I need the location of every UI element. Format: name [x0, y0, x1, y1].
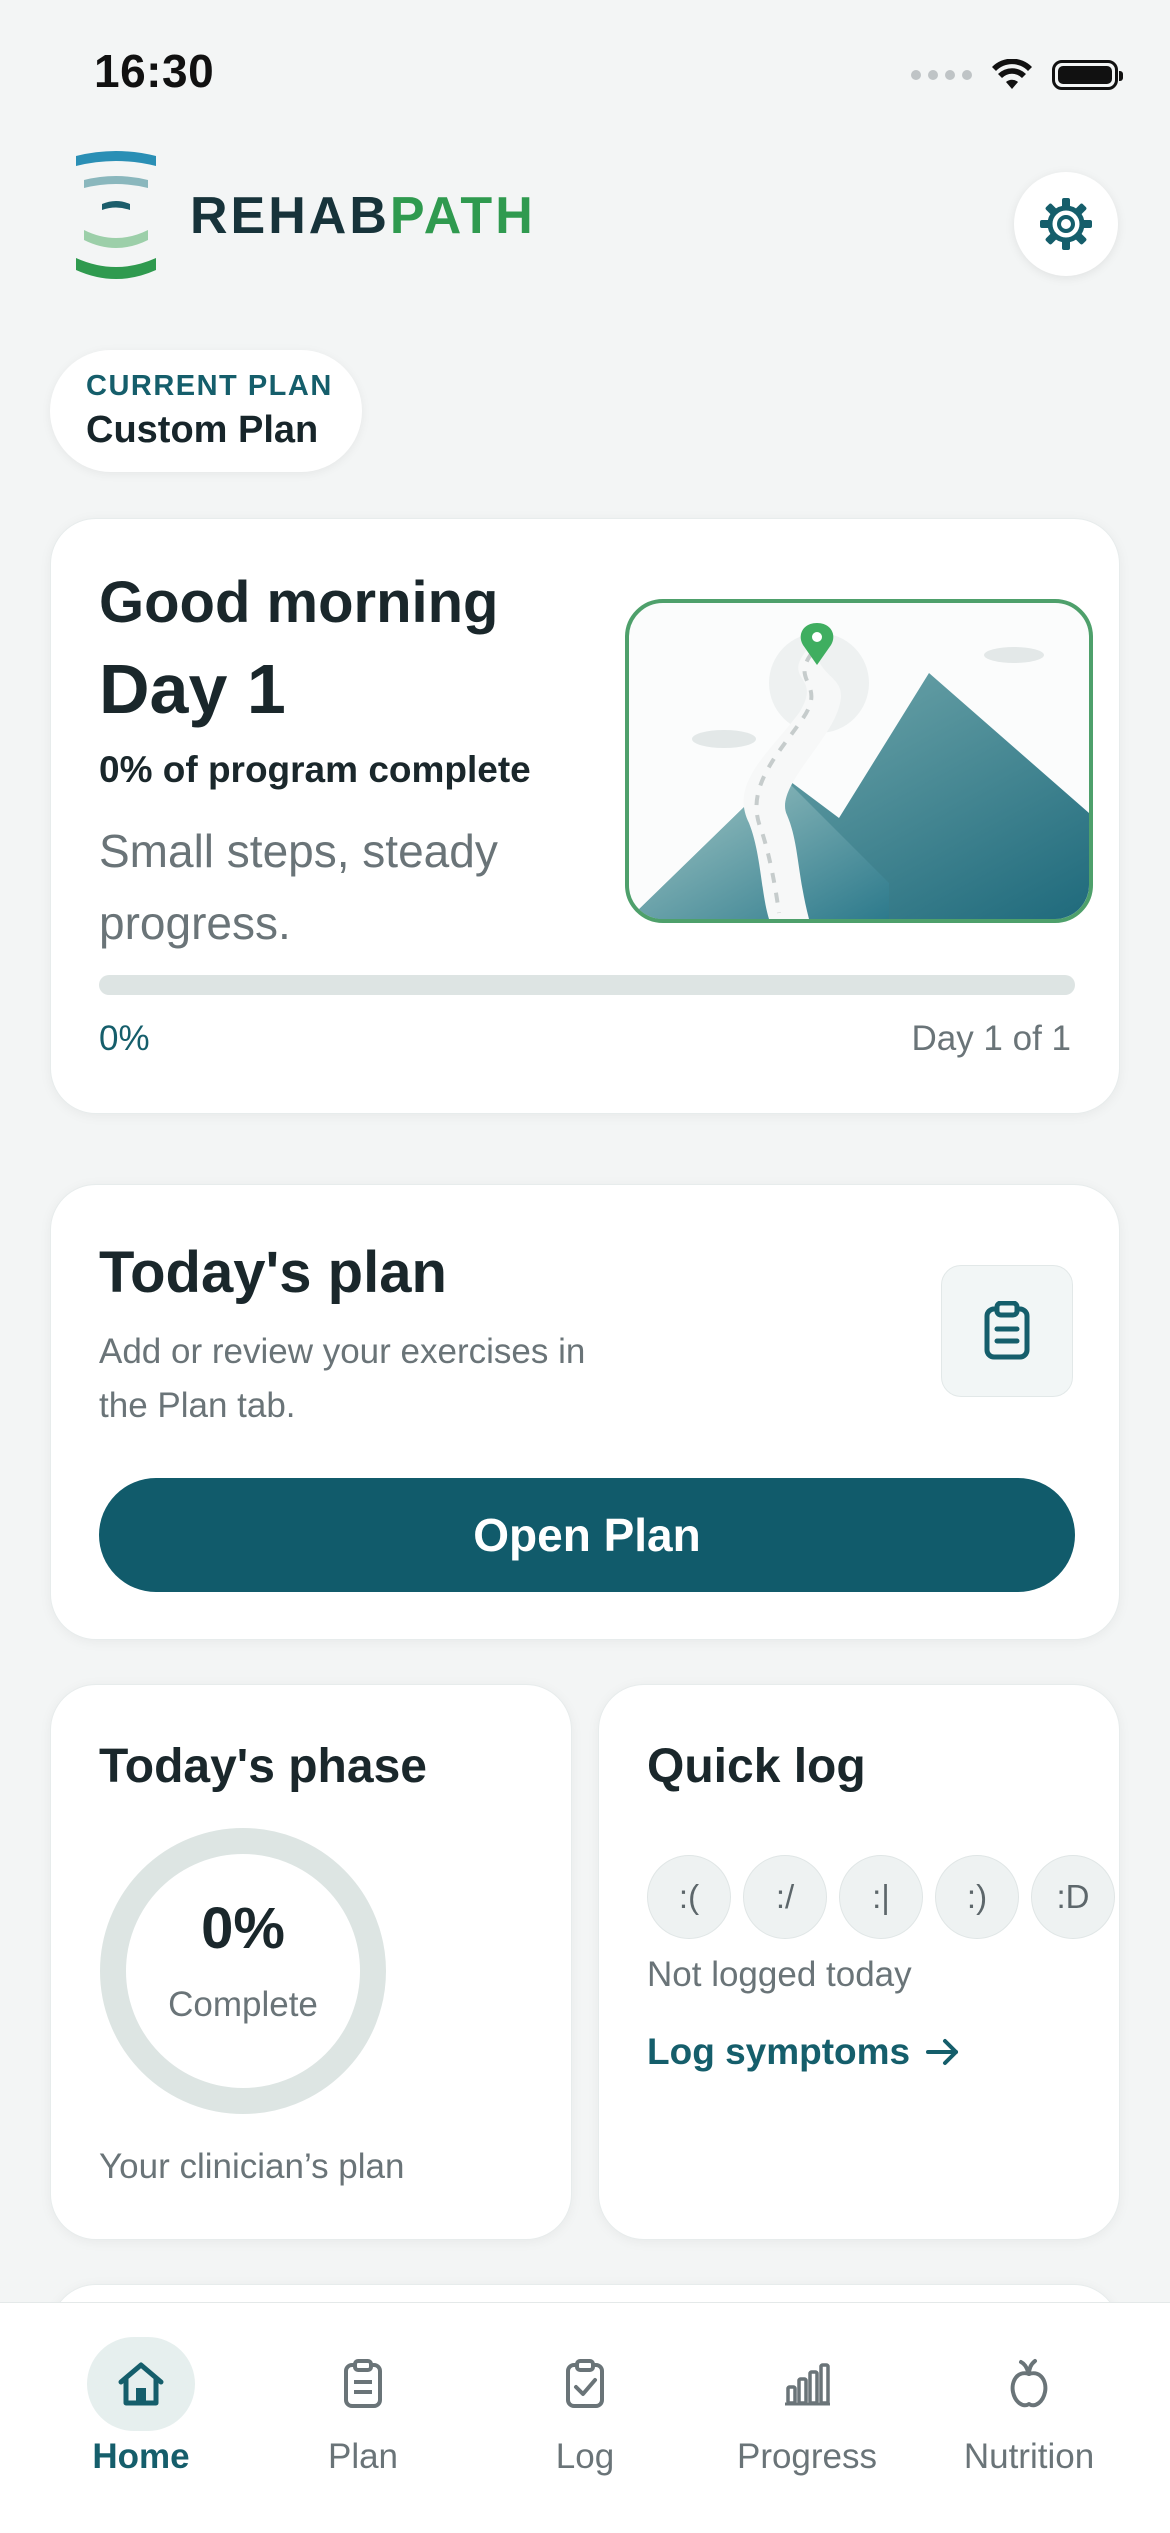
- status-icons: [911, 55, 1123, 95]
- bottom-tab-bar: Home Plan Log Progress Nutrition: [0, 2302, 1170, 2533]
- tab-home[interactable]: Home: [41, 2337, 241, 2477]
- arrow-right-icon: [926, 2039, 959, 2065]
- tab-progress-label: Progress: [736, 2437, 878, 2476]
- log-status: Not logged today: [647, 1955, 912, 1994]
- tab-nutrition-label: Nutrition: [963, 2437, 1095, 2476]
- phase-title: Today's phase: [99, 1740, 427, 1793]
- open-plan-button[interactable]: Open Plan: [99, 1478, 1075, 1592]
- checklist-icon: [566, 2359, 604, 2408]
- current-plan-pill[interactable]: CURRENT PLAN Custom Plan: [50, 350, 362, 472]
- quick-log-card: Quick log :( :/ :| :) :D Not logged toda…: [598, 1684, 1120, 2240]
- day-label: Day 1: [99, 650, 286, 728]
- greeting: Good morning: [99, 570, 499, 635]
- program-percent: 0% of program complete: [99, 749, 531, 790]
- brand-name: REHABPATH: [190, 187, 536, 245]
- phase-footer: Your clinician’s plan: [99, 2147, 405, 2186]
- todays-plan-title: Today's plan: [99, 1240, 447, 1305]
- settings-button[interactable]: [1014, 172, 1118, 276]
- app-logo: REHABPATH: [72, 150, 536, 282]
- todays-plan-description: Add or review your exercises in the Plan…: [99, 1332, 586, 1425]
- todays-phase-card: Today's phase 0% Complete Your clinician…: [50, 1684, 572, 2240]
- bar-chart-icon: [785, 2363, 830, 2406]
- logo-mark-icon: [76, 151, 156, 279]
- mountain-illustration: [625, 599, 1093, 923]
- fruit-icon: [1010, 2359, 1048, 2408]
- tab-log[interactable]: Log: [485, 2337, 685, 2477]
- clipboard-icon: [344, 2359, 382, 2408]
- wifi-icon: [992, 59, 1032, 89]
- mood-button-very-happy[interactable]: :D: [1031, 1855, 1115, 1939]
- log-symptoms-link[interactable]: Log symptoms: [647, 2031, 960, 2073]
- mood-selector: :( :/ :| :) :D: [647, 1855, 1115, 1939]
- todays-plan-card: Today's plan Add or review your exercise…: [50, 1184, 1120, 1640]
- clipboard-icon: [984, 1301, 1030, 1360]
- log-symptoms-label: Log symptoms: [647, 2031, 911, 2072]
- mood-button-happy[interactable]: :): [935, 1855, 1019, 1939]
- signal-icon: [911, 70, 972, 80]
- tab-log-label: Log: [555, 2437, 615, 2476]
- tab-home-label: Home: [92, 2437, 190, 2476]
- current-plan-value: Custom Plan: [86, 409, 319, 451]
- day-of-total: Day 1 of 1: [911, 1019, 1071, 1058]
- current-plan-label: CURRENT PLAN: [86, 370, 333, 402]
- phase-percent: 0%: [201, 1896, 285, 1961]
- progress-card: Good morning Day 1 0% of program complet…: [50, 518, 1120, 1114]
- mood-button-very-sad[interactable]: :(: [647, 1855, 731, 1939]
- status-time: 16:30: [94, 45, 215, 97]
- program-progress-bar: [99, 975, 1075, 995]
- tab-plan-label: Plan: [327, 2437, 399, 2476]
- phase-progress-ring: [100, 1828, 386, 2114]
- tab-nutrition[interactable]: Nutrition: [929, 2337, 1129, 2477]
- home-icon: [118, 2362, 164, 2406]
- tab-progress[interactable]: Progress: [707, 2337, 907, 2477]
- mood-button-neutral[interactable]: :|: [839, 1855, 923, 1939]
- quick-log-title: Quick log: [647, 1740, 866, 1793]
- motto: Small steps, steady progress.: [99, 825, 498, 949]
- gear-icon: [1040, 198, 1092, 250]
- plan-shortcut-button[interactable]: [941, 1265, 1073, 1397]
- tab-plan[interactable]: Plan: [263, 2337, 463, 2477]
- battery-icon: [1052, 60, 1123, 90]
- phase-complete-label: Complete: [168, 1985, 318, 2024]
- progress-percent: 0%: [99, 1019, 150, 1058]
- mood-button-sad[interactable]: :/: [743, 1855, 827, 1939]
